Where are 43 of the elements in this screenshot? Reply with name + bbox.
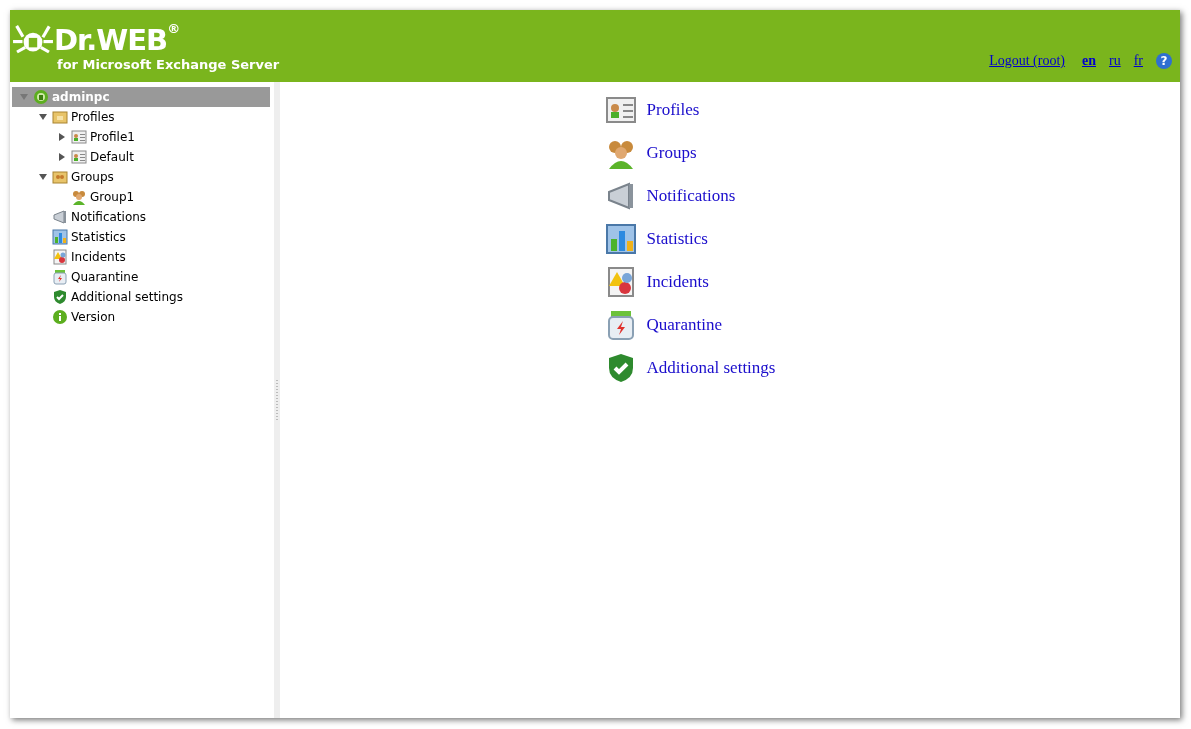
expander-icon[interactable] (39, 113, 47, 121)
warning-icon (52, 249, 68, 265)
expander-icon[interactable] (39, 173, 47, 181)
language-link[interactable]: en (1082, 53, 1096, 69)
tree-item[interactable]: Groups (12, 167, 270, 187)
jar-icon (52, 269, 68, 285)
section-link[interactable]: Notifications (646, 186, 736, 206)
folder-icon (52, 109, 68, 125)
expander-icon[interactable] (58, 133, 66, 141)
megaphone-icon (52, 209, 68, 225)
expander-icon[interactable] (58, 153, 66, 161)
profile-card-icon (604, 94, 637, 126)
section-link[interactable]: Quarantine (646, 315, 723, 335)
tree-item[interactable]: Profile1 (12, 127, 270, 147)
logout-link[interactable]: Logout (root) (989, 53, 1065, 69)
bar-chart-icon (604, 223, 637, 255)
registered-mark: ® (167, 21, 181, 36)
section-link[interactable]: Groups (646, 143, 697, 163)
tree-item[interactable]: Version (12, 307, 270, 327)
tree-item[interactable]: Group1 (12, 187, 270, 207)
tree-item[interactable]: Quarantine (12, 267, 270, 287)
section-link[interactable]: Statistics (646, 229, 708, 249)
section-link[interactable]: Incidents (646, 272, 709, 292)
tree-item[interactable]: Profiles (12, 107, 270, 127)
info-icon (52, 309, 68, 325)
tree-item[interactable]: Statistics (12, 227, 270, 247)
people-icon (71, 189, 87, 205)
tree-item[interactable]: Default (12, 147, 270, 167)
brand-name: Dr.WEB (54, 24, 168, 56)
bar-chart-icon (52, 229, 68, 245)
section-link[interactable]: Profiles (646, 100, 700, 120)
tree-item[interactable]: Incidents (12, 247, 270, 267)
shield-check-icon (52, 289, 68, 305)
section-link[interactable]: Additional settings (646, 358, 776, 378)
help-icon[interactable]: ? (1156, 53, 1172, 69)
profile-card-icon (71, 149, 87, 165)
tree-item[interactable]: Notifications (12, 207, 270, 227)
product-subtitle: for Microsoft Exchange Server (57, 57, 280, 72)
language-link[interactable]: ru (1109, 53, 1121, 69)
language-link[interactable]: fr (1133, 53, 1143, 69)
profile-card-icon (71, 129, 87, 145)
tree-item[interactable]: Additional settings (12, 287, 270, 307)
folder-icon (52, 169, 68, 185)
